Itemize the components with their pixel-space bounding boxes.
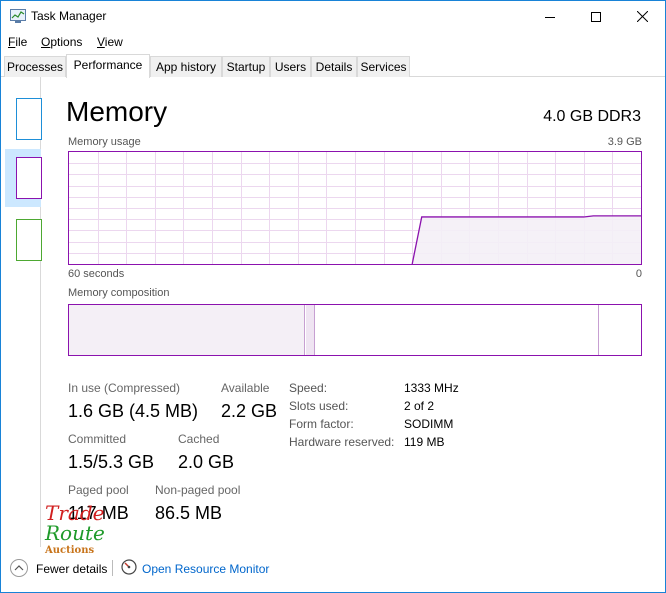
menu-options-accelerator: O <box>41 35 51 49</box>
in-use-label: In use (Compressed) <box>68 381 181 395</box>
committed-value: 1.5/5.3 GB <box>68 452 155 472</box>
hardware-reserved-label: Hardware reserved: <box>289 435 395 449</box>
non-paged-pool-label: Non-paged pool <box>155 483 241 497</box>
memory-usage-area <box>412 215 641 264</box>
memory-usage-max: 3.9 GB <box>607 136 642 148</box>
committed-label: Committed <box>68 432 127 446</box>
slots-used-label: Slots used: <box>289 399 349 413</box>
close-button[interactable] <box>619 1 665 32</box>
composition-standby <box>316 305 599 355</box>
task-manager-icon <box>10 9 26 23</box>
minimize-button[interactable] <box>527 1 573 32</box>
chevron-up-glyph <box>14 565 24 571</box>
trade-route-auctions-watermark: Trade Route Auctions <box>43 501 113 561</box>
menu-options-label: ptions <box>50 35 83 49</box>
menu-options[interactable]: Options <box>41 35 82 49</box>
in-use-value: 1.6 GB (4.5 MB) <box>68 401 199 421</box>
tab-users[interactable]: Users <box>270 56 311 77</box>
non-paged-pool-value: 86.5 MB <box>155 503 223 523</box>
hardware-reserved-value: 119 MB <box>404 435 445 449</box>
tab-app-history[interactable]: App history <box>150 56 222 77</box>
resource-item-disk[interactable] <box>16 219 42 261</box>
title-bar[interactable]: Task Manager <box>1 1 665 32</box>
maximize-button[interactable] <box>573 1 619 32</box>
paged-pool-label: Paged pool <box>68 483 129 497</box>
cached-label: Cached <box>178 432 220 446</box>
menu-file[interactable]: File <box>8 35 27 49</box>
maximize-icon <box>591 11 601 22</box>
speed-value: 1333 MHz <box>404 381 459 395</box>
minimize-icon <box>545 16 555 18</box>
close-icon <box>636 11 648 22</box>
cached-value: 2.0 GB <box>178 452 235 472</box>
form-factor-value: SODIMM <box>404 417 454 431</box>
tab-services[interactable]: Services <box>357 56 410 77</box>
tab-processes[interactable]: Processes <box>4 56 66 77</box>
form-factor-label: Form factor: <box>289 417 354 431</box>
time-axis-right-label: 0 <box>635 268 642 280</box>
memory-usage-label: Memory usage <box>68 136 141 148</box>
watermark-line-2: Route <box>45 521 105 545</box>
composition-in-use <box>69 305 305 355</box>
resource-item-cpu[interactable] <box>16 98 42 140</box>
resource-list <box>1 77 42 547</box>
fewer-details-button[interactable]: Fewer details <box>36 562 107 576</box>
tab-startup[interactable]: Startup <box>222 56 270 77</box>
memory-total: 4.0 GB DDR3 <box>543 108 641 125</box>
menu-view[interactable]: View <box>97 35 123 49</box>
footer-bar: Fewer details Open Resource Monitor <box>1 556 665 584</box>
open-resource-monitor-link[interactable]: Open Resource Monitor <box>142 562 269 576</box>
tab-details[interactable]: Details <box>311 56 357 77</box>
memory-composition-bar <box>68 304 642 356</box>
chevron-up-icon[interactable] <box>10 559 28 577</box>
time-axis-left-label: 60 seconds <box>68 268 125 280</box>
resource-monitor-icon <box>121 559 137 575</box>
memory-usage-chart <box>69 152 641 264</box>
watermark-line-3: Auctions <box>45 545 95 556</box>
menu-view-accelerator: V <box>97 35 105 49</box>
composition-modified <box>306 305 315 355</box>
window-title: Task Manager <box>31 9 107 23</box>
speed-label: Speed: <box>289 381 328 395</box>
composition-free <box>600 305 641 355</box>
memory-composition-label: Memory composition <box>68 287 170 299</box>
memory-usage-graph <box>68 151 642 265</box>
available-value: 2.2 GB <box>221 401 278 421</box>
menu-file-label: ile <box>15 35 28 49</box>
slots-used-value: 2 of 2 <box>404 399 435 413</box>
task-manager-window: Task Manager File Options View Processes… <box>0 0 666 593</box>
page-title: Memory <box>66 96 168 127</box>
available-label: Available <box>221 381 270 395</box>
footer-separator <box>112 560 113 576</box>
resource-item-memory[interactable] <box>16 157 42 199</box>
menu-view-label: iew <box>104 35 123 49</box>
tab-performance[interactable]: Performance <box>66 54 150 78</box>
